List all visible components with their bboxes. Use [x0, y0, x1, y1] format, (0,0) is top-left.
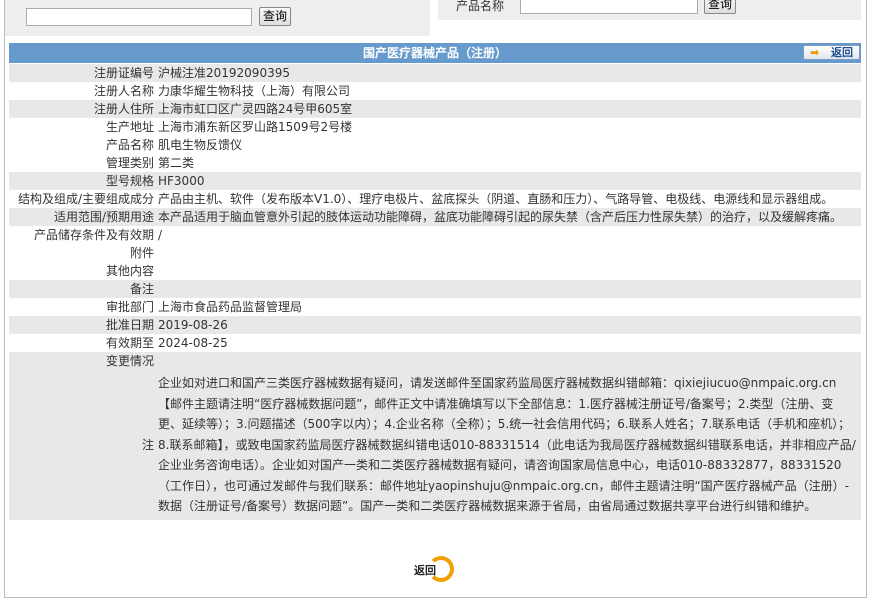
- field-label: 管理类别: [105, 156, 154, 170]
- table-row: 管理类别 第二类: [9, 154, 861, 172]
- table-row: 结构及组成/主要组成成分 产品由主机、软件（发布版本V1.0）、理疗电极片、盆底探…: [9, 190, 861, 208]
- bottom-back-button[interactable]: 返回: [412, 556, 456, 582]
- table-row: 审批部门 上海市食品药品监督管理局: [9, 298, 861, 316]
- table-row: 适用范围/预期用途 本产品适用于脑血管意外引起的肢体运动功能障碍，盆底功能障碍引起…: [9, 208, 861, 226]
- left-search-input[interactable]: [26, 8, 252, 26]
- field-label: 适用范围/预期用途: [53, 210, 154, 224]
- field-label: 产品储存条件及有效期: [33, 228, 154, 242]
- section-title: 国产医疗器械产品（注册）: [362, 46, 507, 60]
- left-search-button[interactable]: 查询: [259, 7, 292, 26]
- field-value: 2024-08-25: [158, 336, 228, 350]
- field-label: 产品名称: [105, 138, 154, 152]
- detail-table: 注册证编号 沪械注准20192090395 注册人名称 力康华耀生物科技（上海）有限公…: [9, 64, 861, 520]
- table-row: 注册证编号 沪械注准20192090395: [9, 64, 861, 82]
- field-value: 产品由主机、软件（发布版本V1.0）、理疗电极片、盆底探头（阴道、直肠和压力）、…: [158, 192, 834, 206]
- table-row: 其他内容: [9, 262, 861, 280]
- field-value: 第二类: [158, 156, 195, 170]
- field-label: 有效期至: [105, 336, 154, 350]
- table-row: 注册人住所 上海市虹口区广灵四路24号甲605室: [9, 100, 861, 118]
- back-button[interactable]: ➡ 返回: [803, 45, 860, 60]
- field-value: [158, 244, 861, 262]
- product-name-label: 产品名称: [456, 0, 505, 13]
- field-label: 批准日期: [105, 318, 154, 332]
- table-row: 型号规格 HF3000: [9, 172, 861, 190]
- field-label: 变更情况: [105, 354, 154, 368]
- field-label: 注册人住所: [93, 102, 154, 116]
- bottom-back-label: 返回: [414, 564, 436, 577]
- field-label: 附件: [129, 246, 154, 260]
- field-value: 力康华耀生物科技（上海）有限公司: [158, 84, 351, 98]
- field-label: 型号规格: [105, 174, 154, 188]
- field-value: 上海市浦东新区罗山路1509号2号楼: [158, 120, 353, 134]
- table-row: 注册人名称 力康华耀生物科技（上海）有限公司: [9, 82, 861, 100]
- field-value: [158, 262, 861, 280]
- field-value: [158, 280, 861, 298]
- field-value: /: [158, 228, 163, 242]
- table-row: 附件: [9, 244, 861, 262]
- field-value: 本产品适用于脑血管意外引起的肢体运动功能障碍，盆底功能障碍引起的尿失禁（含产后压…: [158, 210, 843, 224]
- table-row: 备注: [9, 280, 861, 298]
- field-value: 2019-08-26: [158, 318, 228, 332]
- field-label: 生产地址: [105, 120, 154, 134]
- back-label: 返回: [831, 46, 853, 59]
- table-row: 变更情况: [9, 352, 861, 370]
- table-row: 产品储存条件及有效期 /: [9, 226, 861, 244]
- field-value: 沪械注准20192090395: [158, 66, 290, 80]
- note-label: 注: [141, 437, 154, 452]
- note-row: 注企业如对进口和国产三类医疗器械数据有疑问，请发送邮件至国家药监局医疗器械数据纠…: [9, 370, 861, 520]
- product-name-input[interactable]: [520, 0, 698, 14]
- field-label: 其他内容: [105, 264, 154, 278]
- field-value: 肌电生物反馈仪: [158, 138, 243, 152]
- field-label: 注册人名称: [93, 84, 154, 98]
- arrow-right-icon: ➡: [810, 46, 820, 59]
- table-row: 批准日期 2019-08-26: [9, 316, 861, 334]
- section-header: 国产医疗器械产品（注册） ➡ 返回: [9, 43, 861, 63]
- field-value: HF3000: [158, 174, 205, 188]
- table-row: 有效期至 2024-08-25: [9, 334, 861, 352]
- field-label: 备注: [129, 282, 154, 296]
- table-row: 产品名称 肌电生物反馈仪: [9, 136, 861, 154]
- right-search-button[interactable]: 查询: [704, 0, 737, 14]
- field-value: [158, 352, 861, 370]
- table-row: 生产地址 上海市浦东新区罗山路1509号2号楼: [9, 118, 861, 136]
- field-value: 上海市虹口区广灵四路24号甲605室: [158, 102, 353, 116]
- field-value: 上海市食品药品监督管理局: [158, 300, 303, 314]
- note-text: 企业如对进口和国产三类医疗器械数据有疑问，请发送邮件至国家药监局医疗器械数据纠错…: [158, 376, 856, 513]
- field-label: 审批部门: [105, 300, 154, 314]
- field-label: 注册证编号: [93, 66, 154, 80]
- left-search-panel: 查询: [5, 0, 430, 36]
- field-label: 结构及组成/主要组成成分: [17, 192, 154, 206]
